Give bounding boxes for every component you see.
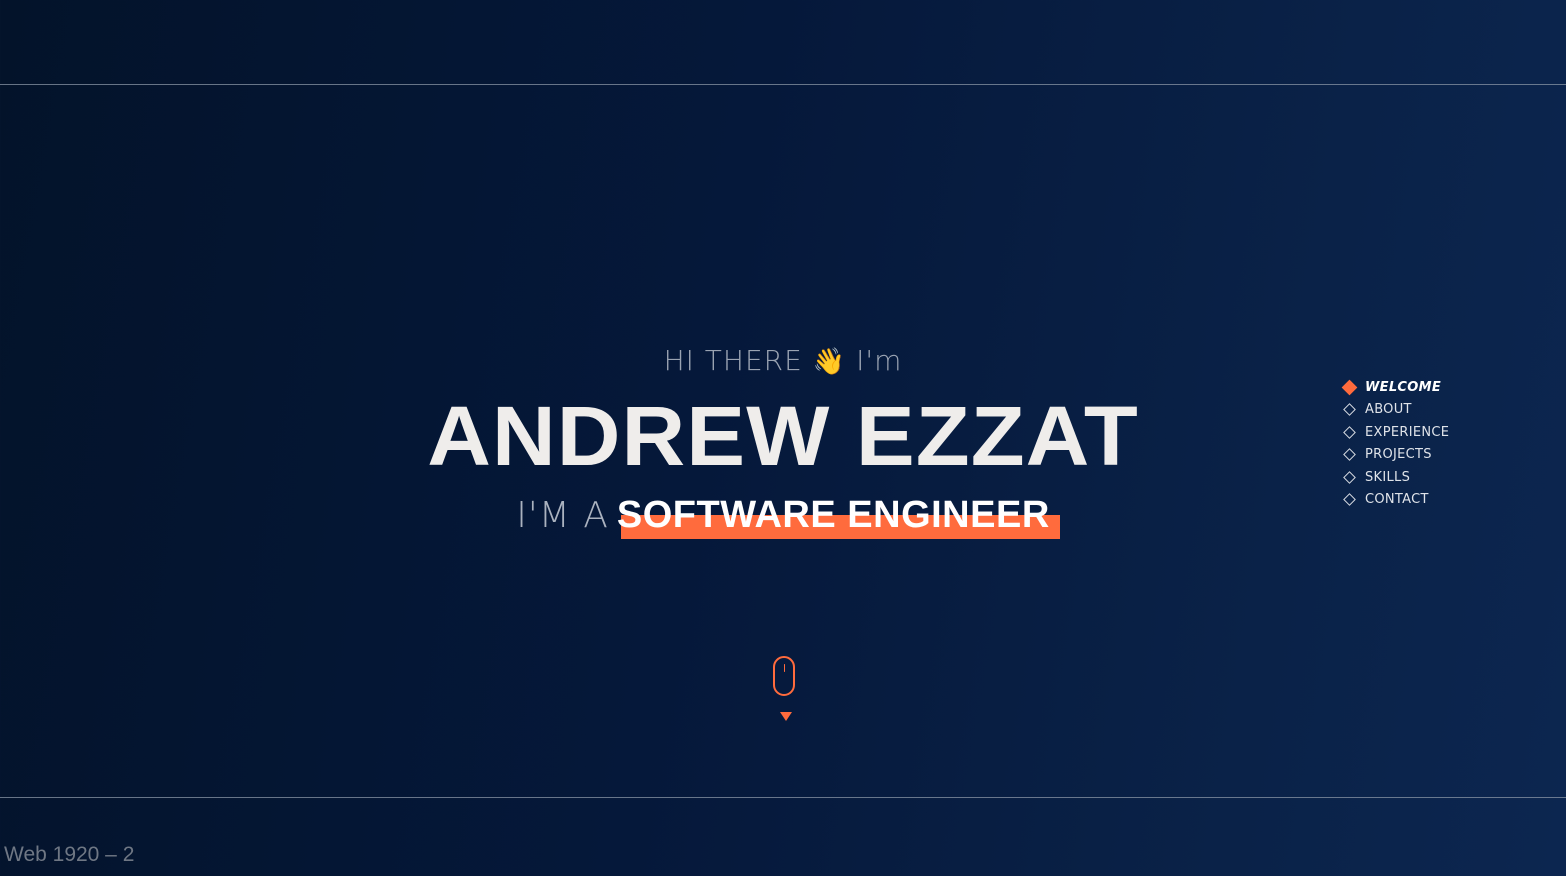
nav-item-label: WELCOME	[1365, 379, 1442, 395]
side-navigation: WELCOME ABOUT EXPERIENCE PROJECTS SKILLS…	[1341, 376, 1449, 512]
nav-item-label: CONTACT	[1365, 492, 1429, 508]
role-prefix: I'M A	[516, 495, 609, 536]
diamond-icon	[1343, 425, 1356, 439]
greeting: HI THERE 👋 I'm	[0, 344, 1566, 377]
role-text: SOFTWARE ENGINEER	[616, 494, 1050, 536]
nav-item-label: PROJECTS	[1365, 447, 1432, 463]
nav-item-experience[interactable]: EXPERIENCE	[1343, 421, 1449, 444]
frame-label: Web 1920 – 2	[4, 843, 135, 866]
nav-item-skills[interactable]: SKILLS	[1343, 466, 1449, 489]
nav-item-welcome[interactable]: WELCOME	[1341, 376, 1449, 399]
nav-item-about[interactable]: ABOUT	[1343, 399, 1449, 422]
nav-item-projects[interactable]: PROJECTS	[1343, 444, 1449, 467]
mouse-scroll-icon[interactable]	[773, 656, 795, 696]
nav-item-label: EXPERIENCE	[1365, 424, 1450, 440]
role-highlight: SOFTWARE ENGINEER	[616, 494, 1060, 539]
nav-item-label: SKILLS	[1365, 469, 1411, 485]
diamond-icon	[1343, 470, 1356, 484]
diamond-icon	[1343, 448, 1356, 462]
hero-section: HI THERE 👋 I'm ANDREW EZZAT I'M A SOFTWARE …	[0, 0, 1566, 876]
greeting-prefix: HI THERE	[663, 344, 803, 377]
hero-name: ANDREW EZZAT	[427, 389, 1139, 483]
diamond-icon	[1341, 379, 1358, 396]
waving-hand-icon: 👋	[812, 347, 847, 377]
greeting-suffix: I'm	[856, 344, 903, 377]
diamond-icon	[1343, 493, 1356, 507]
nav-item-contact[interactable]: CONTACT	[1343, 489, 1449, 512]
triangle-down-icon[interactable]	[780, 712, 792, 721]
role-line: I'M A SOFTWARE ENGINEER	[0, 494, 1566, 539]
diamond-icon	[1343, 403, 1356, 417]
mouse-wheel	[783, 664, 785, 672]
nav-item-label: ABOUT	[1365, 402, 1412, 418]
